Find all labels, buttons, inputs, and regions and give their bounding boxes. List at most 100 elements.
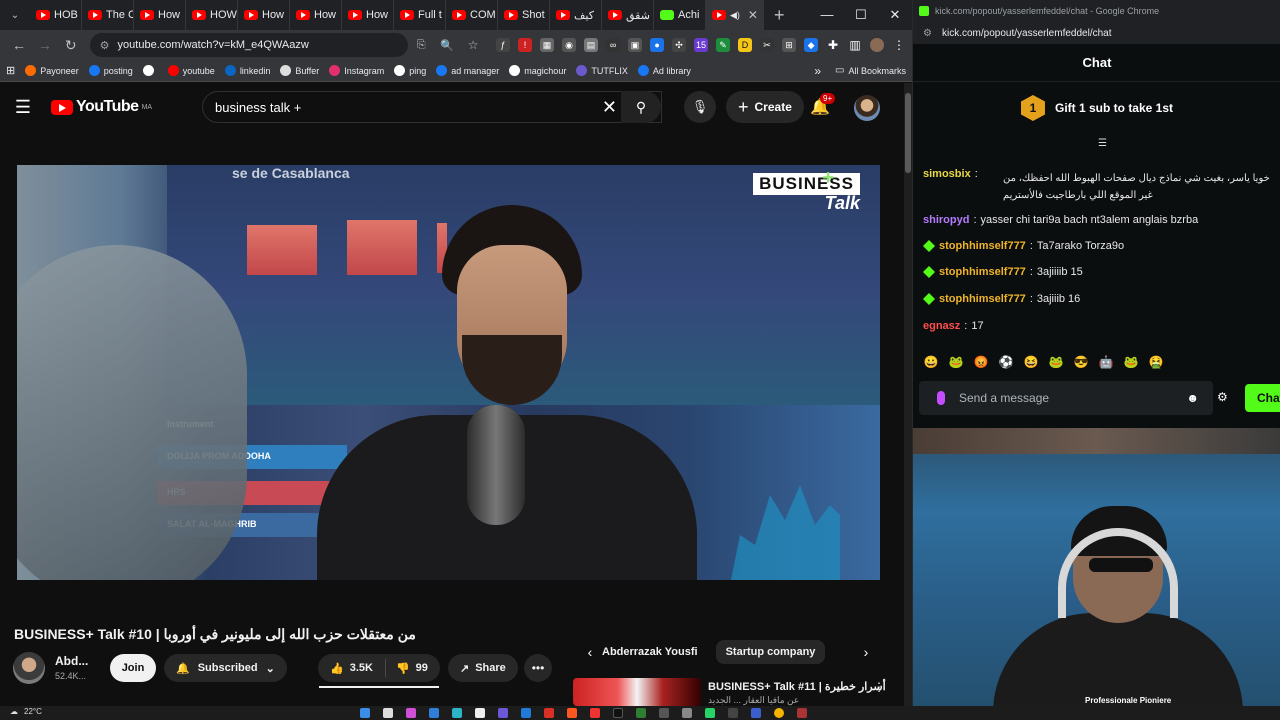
share-button[interactable]: ↗ Share: [448, 654, 518, 682]
start-windows-icon[interactable]: [360, 708, 370, 718]
emoji-picker-icon[interactable]: ☻: [1186, 391, 1199, 405]
whatsapp-icon[interactable]: [705, 708, 715, 718]
app-icon[interactable]: [498, 708, 508, 718]
recommended-thumbnail[interactable]: [573, 678, 701, 706]
browser-tab[interactable]: Achi: [654, 0, 706, 30]
bookmark-item[interactable]: TUTFLIX: [576, 65, 628, 76]
app-icon[interactable]: [659, 708, 669, 718]
extension-icon[interactable]: D: [738, 38, 753, 52]
extension-icon[interactable]: ∞: [606, 38, 621, 52]
browser-tab[interactable]: HOB: [30, 0, 82, 30]
close-tab-icon[interactable]: ✕: [748, 8, 758, 22]
app-icon[interactable]: [797, 708, 807, 718]
bookmarks-more[interactable]: »: [814, 64, 821, 78]
subscribed-button[interactable]: 🔔 Subscribed ⌄: [164, 654, 287, 682]
app-icon[interactable]: [751, 708, 761, 718]
emote-icon[interactable]: 😀: [921, 352, 941, 372]
close-window-icon[interactable]: ✕: [878, 0, 912, 30]
bookmark-item[interactable]: magichour: [509, 65, 566, 76]
voice-search-icon[interactable]: 🎙: [684, 91, 716, 123]
emote-icon[interactable]: 🐸: [1046, 352, 1066, 372]
weather-widget[interactable]: ☁ 22°C: [10, 707, 42, 716]
app-icon[interactable]: [636, 708, 646, 718]
back-icon[interactable]: ←: [6, 37, 32, 53]
audio-icon[interactable]: ◀): [730, 10, 740, 21]
outlook-icon[interactable]: [521, 708, 531, 718]
search-input[interactable]: business talk + ✕ ⚲: [202, 91, 662, 123]
zoom-icon[interactable]: 🔍: [434, 39, 460, 52]
extensions-puzzle-icon[interactable]: ✚: [826, 38, 840, 52]
microphone-icon[interactable]: [937, 391, 945, 405]
recommended-menu-icon[interactable]: ⋮: [873, 680, 885, 694]
send-message-input[interactable]: Send a message ☻: [919, 381, 1213, 415]
extension-icon[interactable]: !: [518, 38, 533, 52]
chip-abderrazak[interactable]: Abderrazak Yousfi: [600, 640, 708, 664]
browser-tab[interactable]: How: [134, 0, 186, 30]
page-scrollbar[interactable]: [904, 83, 912, 706]
dislike-button[interactable]: 👎 99: [386, 662, 438, 675]
chip-startup-company[interactable]: Startup company: [715, 640, 826, 664]
app-icon[interactable]: [682, 708, 692, 718]
emote-icon[interactable]: ⚽: [996, 352, 1016, 372]
channel-avatar[interactable]: [13, 652, 45, 684]
bookmark-item[interactable]: Payoneer: [25, 65, 79, 76]
extension-icon[interactable]: 15: [694, 38, 709, 52]
forward-icon[interactable]: →: [32, 37, 58, 53]
browser-tab[interactable]: Shot: [498, 0, 550, 30]
bookmark-item[interactable]: [142, 65, 158, 76]
create-button[interactable]: + Create: [726, 91, 804, 123]
browser-tab[interactable]: شقق: [602, 0, 654, 30]
emote-icon[interactable]: 🤮: [1146, 352, 1166, 372]
install-icon[interactable]: ⎘: [408, 39, 434, 52]
apps-grid-icon[interactable]: ⊞: [6, 64, 15, 77]
extension-icon[interactable]: ƒ: [496, 38, 511, 52]
browser-tab[interactable]: How: [342, 0, 394, 30]
app-icon[interactable]: [567, 708, 577, 718]
bookmark-star-icon[interactable]: ☆: [460, 38, 486, 52]
extension-icon[interactable]: ◉: [562, 38, 577, 52]
url-field[interactable]: ⚙ youtube.com/watch?v=kM_e4QWAazw: [89, 33, 409, 57]
user-avatar[interactable]: [854, 95, 880, 121]
app-icon[interactable]: [728, 708, 738, 718]
notifications-bell-icon[interactable]: 🔔 9+: [810, 93, 836, 117]
expand-pinned-icon[interactable]: ☰: [1098, 138, 1107, 149]
extension-icon[interactable]: ●: [650, 38, 665, 52]
recommended-title[interactable]: BUSINESS+ Talk #11 | أسرار خطيرة: [708, 680, 886, 693]
extension-icon[interactable]: ⊞: [782, 38, 797, 52]
search-button[interactable]: ⚲: [621, 91, 661, 123]
bookmark-item[interactable]: Buffer: [280, 65, 319, 76]
extension-icon[interactable]: ◆: [804, 38, 819, 52]
all-bookmarks[interactable]: ▭ All Bookmarks: [835, 65, 906, 76]
tab-search-icon[interactable]: ⌄: [0, 10, 30, 21]
extension-icon[interactable]: ▤: [584, 38, 599, 52]
youtube-logo[interactable]: YouTube MA: [51, 98, 152, 116]
app-icon[interactable]: [590, 708, 600, 718]
chat-settings-gear-icon[interactable]: ⚙: [1217, 390, 1228, 404]
extension-icon[interactable]: ▣: [628, 38, 643, 52]
extension-icon[interactable]: ✣: [672, 38, 687, 52]
bookmark-item[interactable]: ad manager: [436, 65, 499, 76]
app-icon[interactable]: [475, 708, 485, 718]
edge-icon[interactable]: [452, 708, 462, 718]
app-icon[interactable]: [544, 708, 554, 718]
browser-tab[interactable]: How: [290, 0, 342, 30]
bookmark-item[interactable]: posting: [88, 65, 133, 76]
bookmark-item[interactable]: youtube: [167, 65, 215, 76]
browser-tab[interactable]: How: [238, 0, 290, 30]
browser-tab[interactable]: Full t: [394, 0, 446, 30]
taskview-icon[interactable]: [429, 708, 439, 718]
gift-sub-banner[interactable]: 1 Gift 1 sub to take 1st: [913, 86, 1280, 130]
maximize-icon[interactable]: ☐: [844, 0, 878, 30]
browser-tab[interactable]: كيف: [550, 0, 602, 30]
scrollbar-thumb[interactable]: [905, 93, 911, 173]
site-info-icon[interactable]: ⚙: [923, 28, 932, 39]
clear-search-icon[interactable]: ✕: [602, 97, 617, 118]
reload-icon[interactable]: ↻: [58, 37, 84, 54]
extension-icon[interactable]: ▦: [540, 38, 555, 52]
emote-icon[interactable]: 😎: [1071, 352, 1091, 372]
sidebar-icon[interactable]: ▥: [848, 38, 862, 52]
extension-icon[interactable]: ✎: [716, 38, 731, 52]
browser-tab[interactable]: COM: [446, 0, 498, 30]
minimize-icon[interactable]: —: [810, 0, 844, 30]
tiktok-icon[interactable]: [613, 708, 623, 718]
